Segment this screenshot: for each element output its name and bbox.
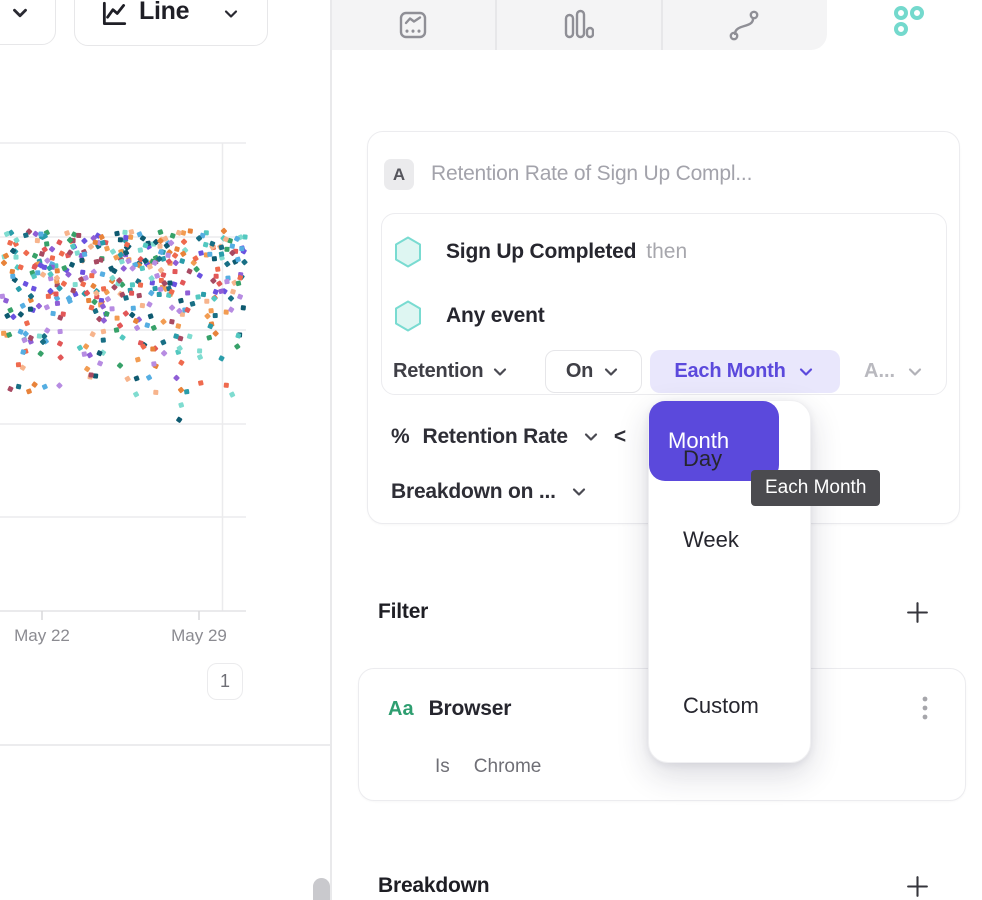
truncated-dropdown[interactable]: A...	[864, 350, 925, 393]
period-tooltip: Each Month	[751, 470, 880, 506]
on-dropdown[interactable]: On	[545, 350, 642, 393]
view-tab-bar	[332, 0, 827, 50]
chevron-down-icon	[9, 2, 31, 24]
menu-item-week[interactable]: Week	[649, 512, 810, 568]
period-label: Each Month	[674, 360, 785, 383]
filter-menu-button[interactable]	[917, 694, 933, 724]
pagination-page-1-button[interactable]: 1	[207, 663, 243, 700]
measure-row: % Retention Rate <	[391, 421, 626, 453]
event-row-1[interactable]: Sign Up Completed then	[394, 234, 687, 270]
chevron-down-icon	[581, 427, 601, 447]
event-hexagon-icon	[394, 236, 422, 268]
filter-operator: Is	[435, 756, 450, 778]
filter-value: Chrome	[474, 756, 542, 778]
percent-symbol: %	[391, 425, 409, 449]
panel-divider	[330, 0, 332, 900]
tab-divider	[495, 0, 497, 50]
breakdown-on-label: Breakdown on ...	[391, 480, 556, 504]
measure-dropdown[interactable]: Retention Rate	[422, 425, 567, 449]
series-badge: A	[384, 159, 414, 190]
period-menu: Day Week Month Custom	[648, 400, 811, 763]
chart-type-button[interactable]: Line	[74, 0, 268, 46]
x-tick-label: May 29	[171, 626, 227, 646]
tab-chart-view[interactable]	[397, 9, 429, 41]
tab-flow-view[interactable]	[728, 9, 760, 41]
menu-item-custom[interactable]: Custom	[649, 678, 810, 734]
chevron-down-icon	[601, 362, 621, 382]
retention-label: Retention	[393, 360, 483, 383]
tab-divider	[661, 0, 663, 50]
period-dropdown[interactable]: Each Month	[650, 350, 840, 393]
comparison-operator: <	[614, 425, 626, 449]
add-breakdown-button[interactable]	[905, 874, 930, 899]
flow-path-icon	[728, 9, 760, 41]
collapsed-dropdown-button[interactable]	[0, 0, 56, 45]
string-type-icon: Aa	[388, 698, 414, 721]
chevron-down-icon	[796, 362, 816, 382]
filter-condition[interactable]: Is Chrome	[435, 755, 541, 779]
chevron-down-icon	[905, 362, 925, 382]
retention-scatter-chart	[0, 130, 250, 625]
line-chart-icon	[99, 0, 129, 29]
x-tick-label: May 22	[14, 626, 70, 646]
event-then-label: then	[646, 240, 687, 264]
tab-retention-view-active[interactable]	[893, 5, 925, 37]
chevron-down-icon	[569, 482, 589, 502]
event-name: Sign Up Completed	[446, 240, 636, 264]
add-filter-button[interactable]	[905, 600, 930, 625]
x-axis-ticks	[42, 611, 199, 620]
breakdown-heading: Breakdown	[378, 874, 489, 898]
filter-property[interactable]: Browser	[429, 697, 512, 721]
chart-type-label: Line	[139, 0, 189, 26]
event-row-2[interactable]: Any event	[394, 298, 545, 334]
scatter-dots	[0, 227, 248, 423]
filter-heading: Filter	[378, 600, 428, 624]
truncated-label: A...	[864, 360, 895, 383]
chevron-down-icon	[490, 362, 510, 382]
left-panel-divider	[0, 744, 330, 746]
scrollbar-thumb[interactable]	[313, 878, 330, 900]
dots-grid-icon	[893, 5, 925, 37]
breakdown-on-dropdown[interactable]: Breakdown on ...	[391, 476, 589, 508]
filter-card-header: Aa Browser	[388, 694, 511, 724]
chart-frame-icon	[397, 9, 429, 41]
app-window: Line May 22 May 29 1	[0, 0, 982, 900]
retention-dropdown[interactable]: Retention	[393, 350, 510, 393]
event-name: Any event	[446, 304, 545, 328]
on-label: On	[566, 360, 593, 383]
tab-columns-view[interactable]	[562, 9, 594, 41]
events-group: Sign Up Completed then Any event Retenti…	[381, 213, 947, 395]
chart-gridlines	[0, 143, 246, 611]
query-title[interactable]: Retention Rate of Sign Up Compl...	[431, 162, 752, 186]
columns-icon	[562, 9, 594, 41]
chevron-down-icon	[221, 4, 241, 24]
event-hexagon-icon	[394, 300, 422, 332]
